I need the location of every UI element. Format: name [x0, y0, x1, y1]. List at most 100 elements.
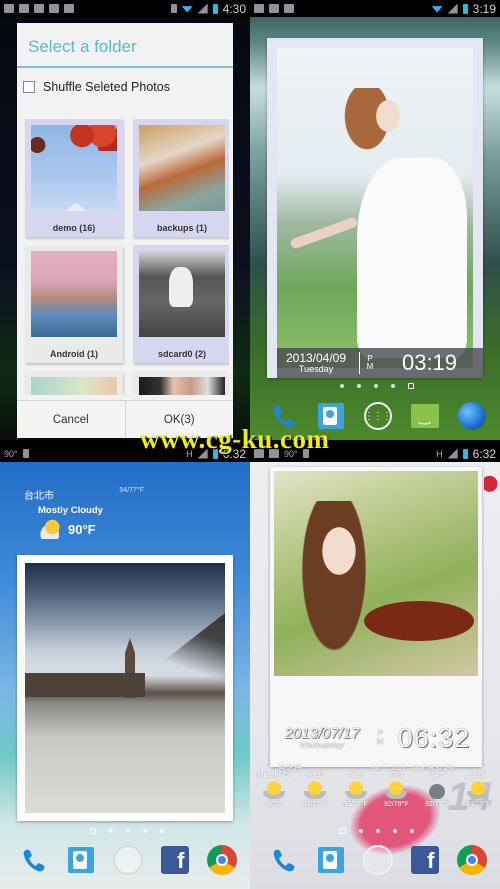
- facebook-icon[interactable]: f: [160, 845, 190, 875]
- phone-icon[interactable]: [269, 845, 299, 875]
- phone-icon[interactable]: [19, 845, 49, 875]
- chrome-icon[interactable]: [206, 845, 237, 875]
- contacts-icon[interactable]: [316, 845, 346, 875]
- page-dot[interactable]: [143, 829, 147, 833]
- page-dot[interactable]: [359, 829, 363, 833]
- forecast-temp: 94/77°F: [302, 801, 328, 808]
- page-indicator: [340, 828, 414, 834]
- cancel-button[interactable]: Cancel: [17, 401, 125, 438]
- forecast-day-label: THU: [347, 772, 364, 779]
- battery-icon: [462, 3, 468, 14]
- partly-cloudy-icon: [466, 781, 489, 799]
- app-drawer-icon[interactable]: ⋮⋮⋮: [363, 401, 393, 431]
- page-dot-active[interactable]: [408, 383, 414, 389]
- facebook-icon[interactable]: f: [410, 845, 440, 875]
- page-indicator: [340, 383, 414, 389]
- messaging-icon[interactable]: ‿: [410, 401, 440, 431]
- sunny-icon: [344, 781, 367, 799]
- dock: f: [10, 841, 245, 879]
- page-dot[interactable]: [109, 829, 113, 833]
- page-dot[interactable]: [340, 384, 344, 388]
- page-dot[interactable]: [374, 384, 378, 388]
- page-dot[interactable]: [357, 384, 361, 388]
- forecast-temp: 92/79°F: [384, 801, 409, 808]
- sim-icon: [254, 4, 264, 13]
- chrome-icon[interactable]: [456, 845, 487, 875]
- partly-cloudy-icon: [385, 781, 408, 799]
- wifi-icon: [181, 6, 193, 13]
- folder-tile[interactable]: Android (1): [25, 245, 123, 363]
- page-dot-active[interactable]: [90, 828, 96, 834]
- watermark-text: www.cg-ku.com: [140, 424, 330, 454]
- forecast-row: Mostly Cl 90°F WED 94/77°F THU 93/78°F F…: [256, 772, 496, 808]
- app-drawer-icon[interactable]: [362, 845, 393, 875]
- dock: f: [260, 841, 495, 879]
- clock-widget[interactable]: 2013/04/09 Tuesday P M 03:19: [277, 348, 483, 378]
- weather-widget[interactable]: 台北市 94/77°F Mostly Cloudy 90°F: [24, 487, 144, 539]
- page-indicator: [90, 828, 164, 834]
- forecast-updated: Jul 17, 2013 - Wed 06:32 PM: [370, 765, 455, 772]
- weather-condition: Mostly Cloudy: [38, 505, 103, 516]
- gallery-icon: [269, 4, 279, 13]
- partly-cloudy-icon: [263, 781, 285, 799]
- weather-hi-lo: 94/77°F: [119, 487, 144, 494]
- page-dot[interactable]: [160, 829, 164, 833]
- folder-tile[interactable]: backups (1): [133, 119, 229, 237]
- forecast-day: SUN 94/78°F: [460, 772, 496, 808]
- gallery-icon: [34, 4, 44, 13]
- shuffle-label: Shuffle Seleted Photos: [43, 80, 170, 94]
- photo-frame-widget[interactable]: [17, 555, 233, 821]
- folder-thumbnail: [139, 125, 225, 211]
- ampm-bottom: M: [366, 362, 374, 371]
- forecast-day-label: SAT: [429, 772, 445, 779]
- sunny-icon: [303, 781, 326, 799]
- folder-name: Android (1): [50, 349, 98, 359]
- shuffle-option[interactable]: Shuffle Seleted Photos: [17, 68, 233, 106]
- clock-date: 2013/04/09: [285, 350, 347, 365]
- forecast-day: THU 93/78°F: [338, 772, 374, 808]
- folder-name: backups (1): [156, 223, 207, 233]
- android-icon: [49, 4, 59, 13]
- folder-picker-screen: 4:30 Select a folder Shuffle Seleted Pho…: [0, 0, 250, 440]
- page-dot-active[interactable]: [340, 828, 346, 834]
- select-folder-dialog: Select a folder Shuffle Seleted Photos d…: [17, 23, 233, 438]
- folder-tile[interactable]: [25, 371, 123, 395]
- folder-thumbnail: [31, 125, 117, 211]
- weather-city: 台北市: [24, 491, 54, 502]
- contacts-icon[interactable]: [66, 845, 96, 875]
- folder-grid[interactable]: demo (16) backups (1) Android (1) sdcard…: [21, 115, 229, 395]
- page-dot[interactable]: [393, 829, 397, 833]
- mute-icon: [170, 4, 177, 13]
- forecast-day-label: WED: [305, 772, 324, 779]
- folder-tile[interactable]: demo (16): [25, 119, 123, 237]
- forecast-day: SAT 92/77°F: [419, 772, 455, 808]
- folder-thumbnail: [31, 377, 117, 395]
- folder-tile[interactable]: sdcard0 (2): [133, 245, 229, 363]
- page-dot[interactable]: [391, 384, 395, 388]
- partly-cloudy-icon: [38, 519, 64, 539]
- weather-temperature: 90°F: [68, 521, 96, 537]
- app-drawer-icon[interactable]: [112, 845, 143, 875]
- forecast-widget[interactable]: 台北市 Jul 17, 2013 - Wed 06:32 PM Mostly C…: [250, 445, 500, 889]
- folder-thumbnail: [139, 377, 225, 395]
- forecast-temp: 94/78°F: [465, 801, 491, 808]
- signal-icon: [197, 3, 208, 14]
- wifi-icon: [431, 6, 443, 13]
- page-dot[interactable]: [410, 829, 414, 833]
- forecast-day: FRI 92/79°F: [378, 772, 414, 808]
- shuffle-checkbox[interactable]: [23, 81, 35, 93]
- home-screen-clock: 3:19 2013/04/09 Tuesday P M 03:19 ⋮⋮⋮ ‿: [250, 0, 500, 440]
- forecast-day-label: FRI: [390, 772, 403, 779]
- page-dot[interactable]: [126, 829, 130, 833]
- screenshot-collage: 4:30 Select a folder Shuffle Seleted Pho…: [0, 0, 500, 889]
- folder-thumbnail: [139, 251, 225, 337]
- forecast-temp: 93/78°F: [343, 801, 368, 808]
- folder-name: demo (16): [52, 223, 96, 233]
- browser-icon[interactable]: [457, 401, 487, 431]
- home-screen-weather: 90° H 6:32 台北市 94/77°F Mostly Cloudy 90°…: [0, 445, 250, 889]
- folder-tile[interactable]: [133, 371, 229, 395]
- photo-frame-widget[interactable]: [267, 38, 483, 378]
- clock-time: 3:19: [472, 1, 496, 16]
- android-icon: [284, 4, 294, 13]
- page-dot[interactable]: [376, 829, 380, 833]
